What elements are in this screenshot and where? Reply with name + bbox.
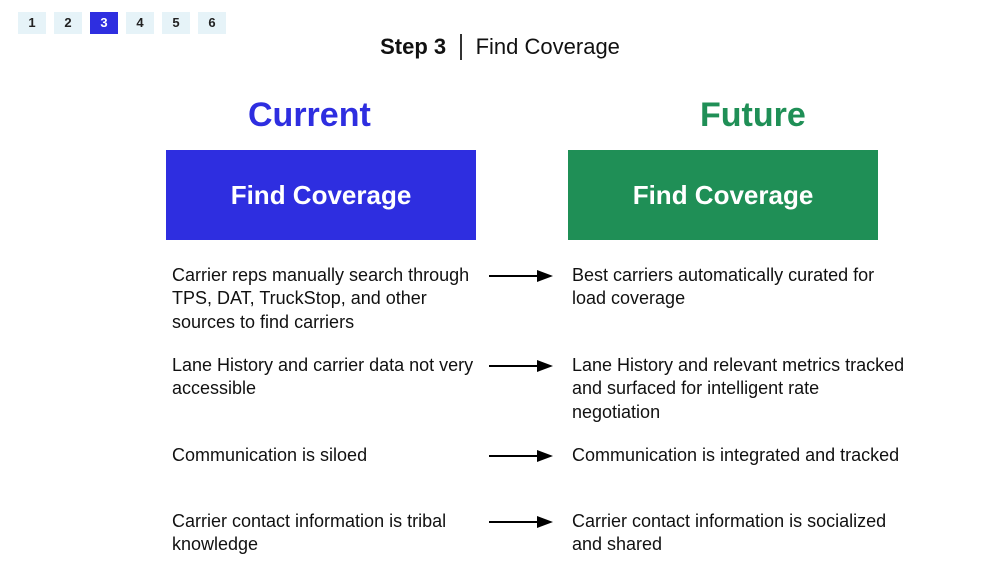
step-pager: 1 2 3 4 5 6 bbox=[18, 12, 226, 34]
future-header: Future bbox=[700, 96, 806, 135]
arrow-icon bbox=[489, 268, 553, 284]
comparison-row: Lane History and carrier data not very a… bbox=[0, 354, 1000, 432]
current-banner: Find Coverage bbox=[166, 150, 476, 240]
comparison-row: Carrier contact information is tribal kn… bbox=[0, 510, 1000, 564]
step-1[interactable]: 1 bbox=[18, 12, 46, 34]
step-4[interactable]: 4 bbox=[126, 12, 154, 34]
title-step: Step 3 bbox=[380, 34, 446, 60]
step-5[interactable]: 5 bbox=[162, 12, 190, 34]
current-banner-label: Find Coverage bbox=[231, 180, 412, 211]
future-cell: Carrier contact information is socialize… bbox=[572, 510, 912, 557]
comparison-row: Communication is siloed Communication is… bbox=[0, 444, 1000, 498]
current-cell: Lane History and carrier data not very a… bbox=[172, 354, 477, 401]
future-cell: Communication is integrated and tracked bbox=[572, 444, 912, 467]
future-cell: Best carriers automatically curated for … bbox=[572, 264, 912, 311]
arrow-icon bbox=[489, 514, 553, 530]
current-header: Current bbox=[248, 96, 371, 135]
arrow-icon bbox=[489, 448, 553, 464]
current-cell: Communication is siloed bbox=[172, 444, 477, 467]
step-6[interactable]: 6 bbox=[198, 12, 226, 34]
step-2[interactable]: 2 bbox=[54, 12, 82, 34]
title-label: Find Coverage bbox=[476, 34, 620, 60]
future-cell: Lane History and relevant metrics tracke… bbox=[572, 354, 912, 424]
step-3[interactable]: 3 bbox=[90, 12, 118, 34]
current-cell: Carrier reps manually search through TPS… bbox=[172, 264, 477, 334]
current-cell: Carrier contact information is tribal kn… bbox=[172, 510, 477, 557]
future-banner-label: Find Coverage bbox=[633, 180, 814, 211]
future-banner: Find Coverage bbox=[568, 150, 878, 240]
comparison-row: Carrier reps manually search through TPS… bbox=[0, 264, 1000, 342]
page-title: Step 3 Find Coverage bbox=[0, 34, 1000, 60]
title-separator bbox=[460, 34, 462, 60]
comparison-rows: Carrier reps manually search through TPS… bbox=[0, 264, 1000, 576]
arrow-icon bbox=[489, 358, 553, 374]
